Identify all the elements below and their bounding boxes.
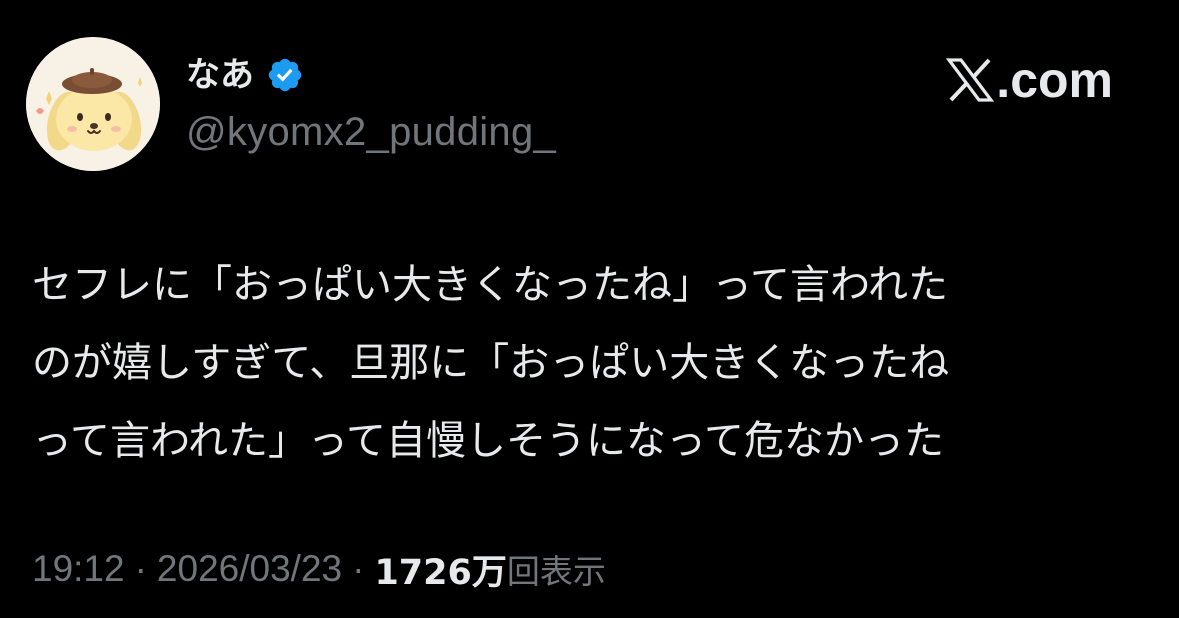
tweet-meta: 19:12 · 2026/03/23 · 1726万 回表示 <box>32 545 606 593</box>
author-handle[interactable]: @kyomx2_pudding_ <box>186 108 556 156</box>
tweet-line: セフレに「おっぱい大きくなったね」って言われた <box>32 262 948 308</box>
tweet-line: のが嬉しすぎて、旦那に「おっぱい大きくなったね <box>32 340 950 386</box>
brand-text: .com <box>996 52 1113 108</box>
meta-separator: · <box>352 548 365 589</box>
views-count[interactable]: 1726万 <box>374 544 506 595</box>
tweet-time[interactable]: 19:12 <box>32 548 125 590</box>
display-name[interactable]: なあ <box>186 52 254 98</box>
verified-badge-icon <box>268 58 302 92</box>
meta-separator: · <box>134 548 147 589</box>
tweet-line: って言われた」って自慢しそうになって危なかった <box>32 418 944 464</box>
avatar[interactable] <box>26 37 160 171</box>
tweet-date[interactable]: 2026/03/23 <box>157 548 342 590</box>
author-name-row[interactable]: なあ <box>186 52 304 98</box>
views-label: 回表示 <box>506 552 606 591</box>
brand-watermark: .com <box>946 52 1113 108</box>
x-logo-icon <box>946 58 995 102</box>
tweet-card: なあ @kyomx2_pudding_ .com セフレに「おっぱい大きくなった… <box>0 0 1179 618</box>
tweet-text: セフレに「おっぱい大きくなったね」って言われた のが嬉しすぎて、旦那に「おっぱい… <box>32 246 1152 480</box>
pudding-dog-avatar-icon <box>26 37 160 171</box>
